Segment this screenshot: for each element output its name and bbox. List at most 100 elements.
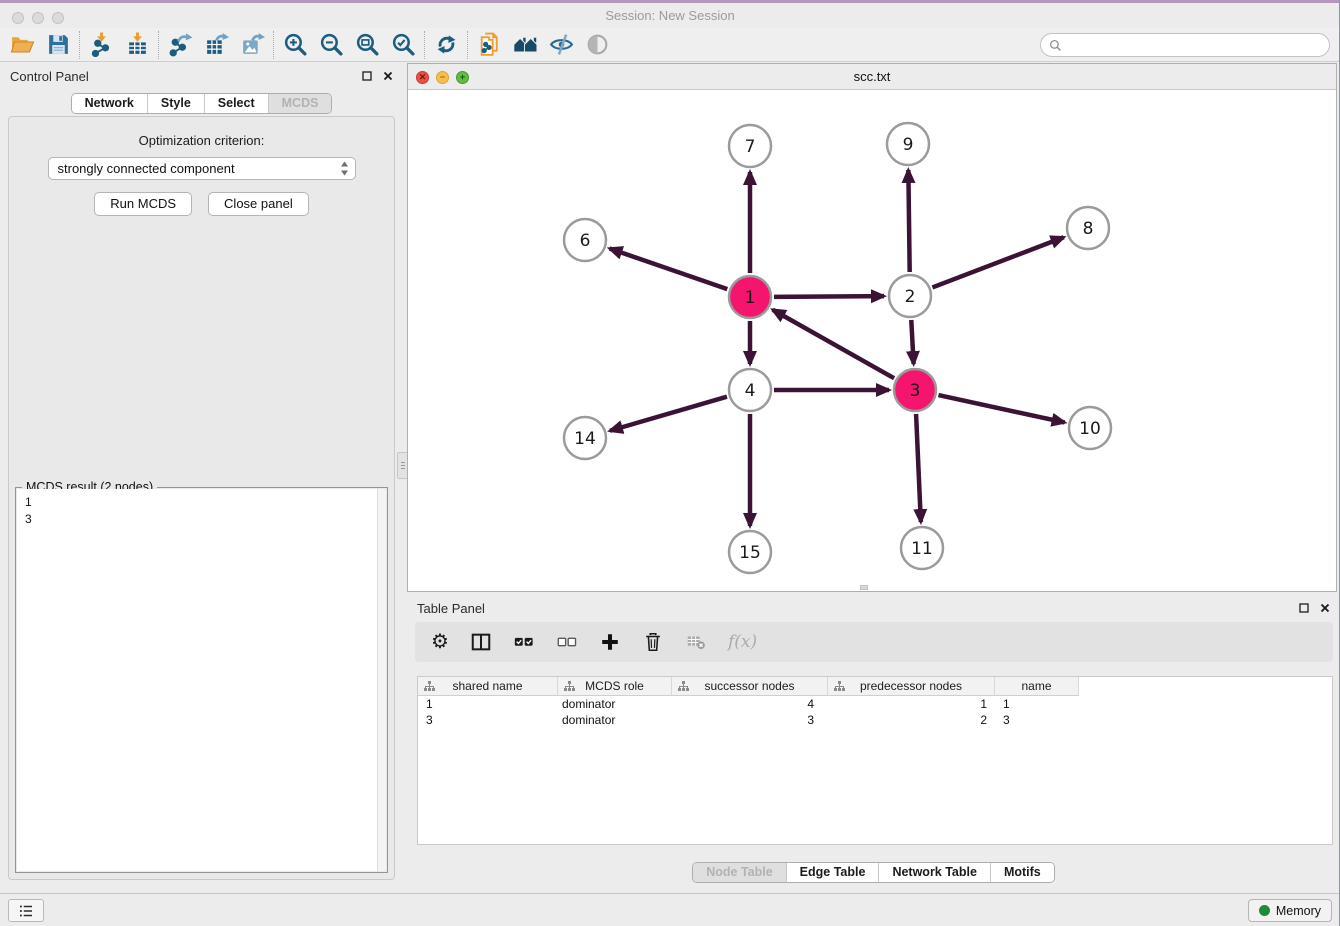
result-scrollbar[interactable]: [377, 489, 386, 871]
close-panel-icon[interactable]: [383, 71, 393, 81]
zoom-in-icon[interactable]: [281, 31, 309, 59]
close-table-panel-icon[interactable]: [1320, 603, 1330, 613]
float-table-panel-icon[interactable]: [1299, 603, 1309, 613]
control-panel-title: Control Panel: [10, 69, 89, 84]
column-header-successor-nodes[interactable]: successor nodes: [672, 677, 828, 696]
node-10[interactable]: 10: [1069, 407, 1111, 449]
import-table-icon[interactable]: [123, 31, 151, 59]
table-cell[interactable]: 2: [828, 712, 995, 728]
node-11[interactable]: 11: [901, 527, 943, 569]
horizontal-splitter-handle[interactable]: [860, 585, 868, 590]
node-9[interactable]: 9: [887, 123, 929, 165]
search-field[interactable]: [1040, 33, 1330, 57]
edge-3-1[interactable]: [773, 310, 894, 378]
column-header-MCDS-role[interactable]: MCDS role: [558, 677, 672, 696]
edge-3-10[interactable]: [938, 395, 1064, 422]
column-header-name[interactable]: name: [995, 677, 1079, 696]
apply-layout-icon[interactable]: [432, 31, 460, 59]
edge-2-8[interactable]: [932, 237, 1063, 287]
tab-mcds[interactable]: MCDS: [269, 94, 332, 113]
tab-edge-table[interactable]: Edge Table: [787, 863, 880, 882]
toolbar-separator: [273, 31, 274, 59]
float-panel-icon[interactable]: [362, 71, 372, 81]
task-history-button[interactable]: [8, 899, 44, 922]
node-15[interactable]: 15: [729, 531, 771, 573]
criterion-select[interactable]: strongly connected component: [48, 157, 356, 180]
close-panel-button[interactable]: Close panel: [208, 192, 309, 216]
edge-2-9[interactable]: [908, 170, 909, 272]
edge-2-3[interactable]: [911, 320, 913, 364]
svg-text:10: 10: [1079, 419, 1101, 439]
first-neighbors-houses-icon[interactable]: [511, 31, 539, 59]
node-2[interactable]: 2: [889, 275, 931, 317]
edge-4-14[interactable]: [610, 397, 727, 431]
node-3[interactable]: 3: [894, 369, 936, 411]
add-column-icon[interactable]: [599, 630, 621, 654]
search-input[interactable]: [1066, 36, 1329, 54]
svg-text:7: 7: [745, 137, 756, 157]
node-table[interactable]: shared nameMCDS rolesuccessor nodesprede…: [417, 676, 1333, 845]
node-4[interactable]: 4: [729, 369, 771, 411]
select-all-columns-icon[interactable]: [513, 630, 535, 654]
zoom-window-button[interactable]: [52, 12, 64, 24]
table-cell[interactable]: 1: [828, 696, 995, 712]
table-cell[interactable]: 3: [995, 712, 1079, 728]
table-cell[interactable]: 3: [418, 712, 558, 728]
edge-1-2[interactable]: [774, 296, 884, 297]
table-settings-gear-icon[interactable]: ⚙: [431, 630, 449, 654]
edge-1-6[interactable]: [610, 248, 728, 289]
node-1[interactable]: 1: [729, 276, 771, 318]
column-header-shared-name[interactable]: shared name: [418, 677, 558, 696]
run-mcds-button[interactable]: Run MCDS: [94, 192, 192, 216]
close-window-button[interactable]: [12, 12, 24, 24]
node-8[interactable]: 8: [1067, 207, 1109, 249]
edge-3-11[interactable]: [916, 414, 921, 522]
table-cell[interactable]: dominator: [558, 712, 672, 728]
deselect-all-columns-icon[interactable]: [556, 630, 578, 654]
export-network-icon[interactable]: [166, 31, 194, 59]
new-network-from-selection-icon[interactable]: [475, 31, 503, 59]
show-columns-icon[interactable]: [470, 630, 492, 654]
tab-network-table[interactable]: Network Table: [879, 863, 991, 882]
import-network-icon[interactable]: [87, 31, 115, 59]
export-image-icon[interactable]: [238, 31, 266, 59]
column-header-predecessor-nodes[interactable]: predecessor nodes: [828, 677, 995, 696]
control-panel: Control Panel NetworkStyleSelectMCDS Opt…: [0, 63, 403, 890]
table-row[interactable]: 1dominator411: [418, 696, 1332, 712]
zoom-fit-icon[interactable]: [353, 31, 381, 59]
optimization-criterion-label: Optimization criterion:: [9, 133, 394, 148]
table-row[interactable]: 3dominator323: [418, 712, 1332, 728]
table-cell[interactable]: 4: [672, 696, 828, 712]
minimize-window-button[interactable]: [32, 12, 44, 24]
tab-network[interactable]: Network: [72, 94, 148, 113]
table-cell[interactable]: 1: [418, 696, 558, 712]
mcds-result-textarea[interactable]: 13: [17, 489, 386, 871]
delete-column-trash-icon[interactable]: [642, 630, 664, 654]
node-6[interactable]: 6: [564, 219, 606, 261]
window-title: Session: New Session: [605, 8, 734, 23]
tab-node-table[interactable]: Node Table: [693, 863, 786, 882]
zoom-out-icon[interactable]: [317, 31, 345, 59]
save-session-icon[interactable]: [44, 31, 72, 59]
svg-text:15: 15: [739, 543, 761, 563]
memory-button[interactable]: Memory: [1248, 899, 1332, 922]
mcds-result-lines: 13: [17, 489, 386, 533]
node-14[interactable]: 14: [564, 417, 606, 459]
tab-select[interactable]: Select: [205, 94, 269, 113]
main-titlebar: Session: New Session: [0, 3, 1340, 28]
table-cell[interactable]: 1: [995, 696, 1079, 712]
status-bar: Memory: [0, 893, 1340, 926]
open-session-icon[interactable]: [8, 31, 36, 59]
table-cell[interactable]: 3: [672, 712, 828, 728]
tab-style[interactable]: Style: [148, 94, 205, 113]
export-table-icon[interactable]: [202, 31, 230, 59]
table-cell[interactable]: dominator: [558, 696, 672, 712]
hide-selected-eye-icon[interactable]: [547, 31, 575, 59]
network-close-button[interactable]: ✕: [416, 71, 429, 84]
tab-motifs[interactable]: Motifs: [991, 863, 1054, 882]
node-7[interactable]: 7: [729, 125, 771, 167]
network-minimize-button[interactable]: −: [436, 71, 449, 84]
network-canvas[interactable]: 7 9 6 8 1 2 4 3 14 10 15 11: [408, 90, 1336, 591]
network-zoom-button[interactable]: +: [456, 71, 469, 84]
zoom-selected-icon[interactable]: [389, 31, 417, 59]
